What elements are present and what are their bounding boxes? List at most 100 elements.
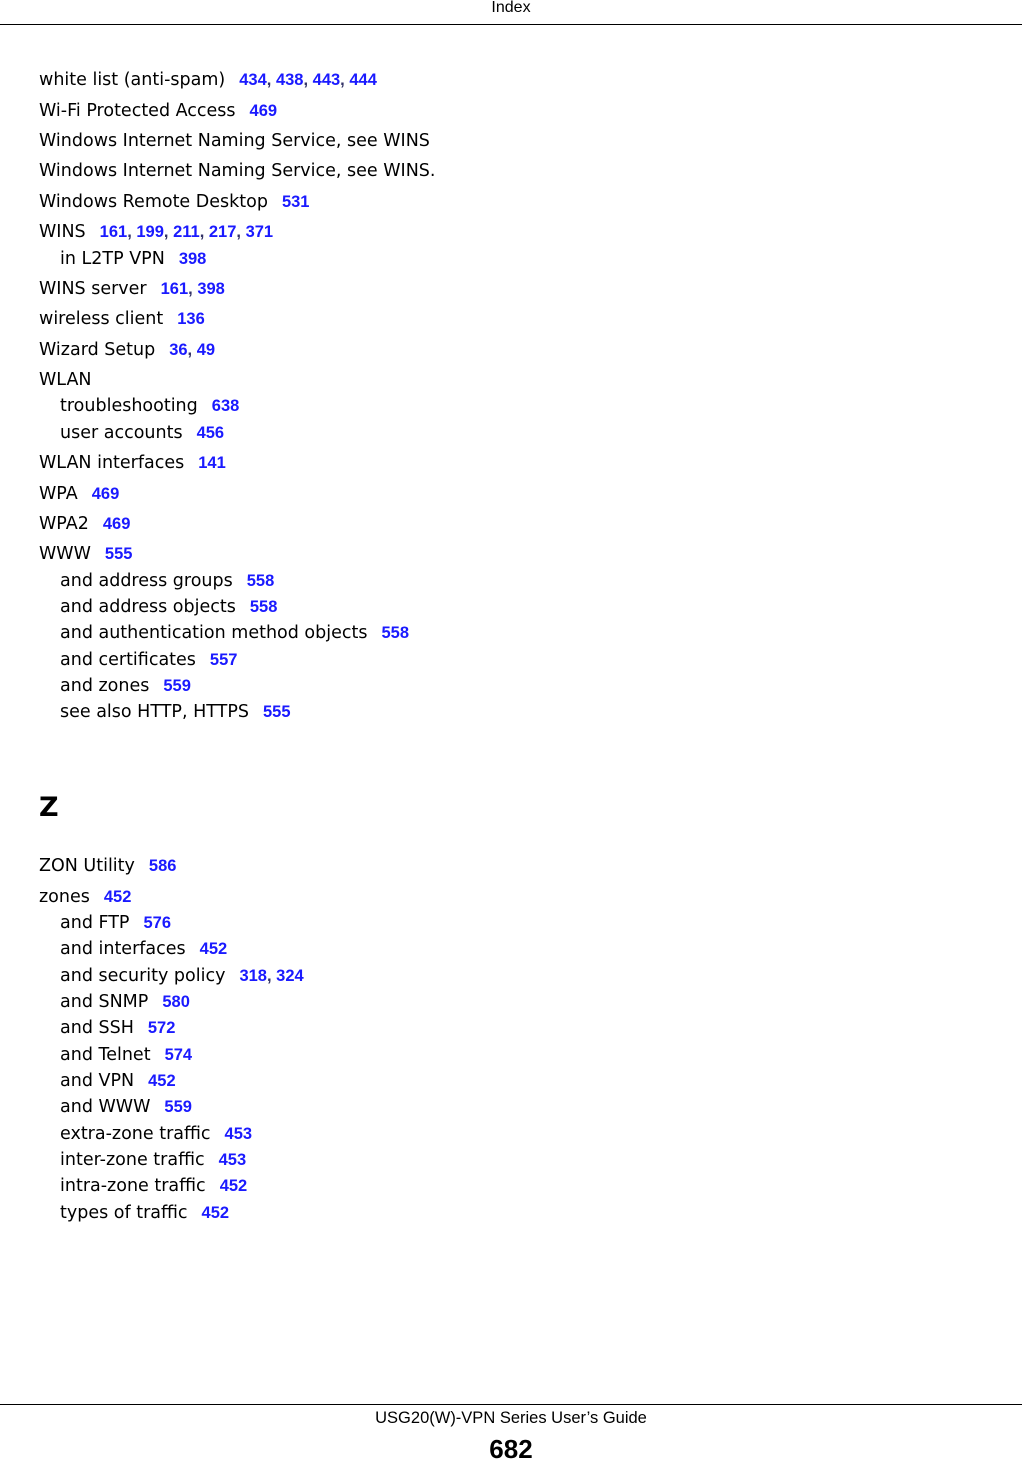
page-references: 531 (282, 193, 310, 211)
index-term: and zones (60, 676, 150, 696)
index-term: WWW (39, 544, 91, 564)
page-references: 453 (219, 1151, 247, 1169)
page-link[interactable]: 371 (246, 223, 274, 241)
page-link[interactable]: 199 (136, 223, 164, 241)
index-term: and certificates (60, 650, 196, 670)
page-link[interactable]: 580 (162, 993, 190, 1011)
page-link[interactable]: 452 (104, 888, 132, 906)
page-separator: , (163, 223, 174, 241)
index-entry: WINS server 161, 398 (39, 279, 225, 299)
page-link[interactable]: 36 (169, 341, 187, 359)
index-term: WINS server (39, 279, 147, 299)
page-link[interactable]: 452 (220, 1177, 248, 1195)
page-link[interactable]: 558 (381, 624, 409, 642)
index-term: Wizard Setup (39, 340, 156, 360)
index-subentry: in L2TP VPN 398 (60, 249, 206, 269)
page-references: 452 (200, 940, 228, 958)
page-link[interactable]: 324 (276, 967, 304, 985)
index-term: inter-zone traffic (60, 1150, 205, 1170)
index-term: and authentication method objects (60, 623, 368, 643)
page-references: 452 (104, 888, 132, 906)
index-term: and FTP (60, 913, 130, 933)
index-subentry: and certificates 557 (60, 650, 237, 670)
page-link[interactable]: 453 (219, 1151, 247, 1169)
index-term: WLAN interfaces (39, 453, 185, 473)
page-link[interactable]: 469 (250, 102, 278, 120)
page-link[interactable]: 558 (247, 572, 275, 590)
index-subentry: and authentication method objects 558 (60, 623, 409, 643)
page-references: 318, 324 (239, 967, 303, 985)
page-references: 452 (148, 1072, 176, 1090)
page-link[interactable]: 576 (144, 914, 172, 932)
index-term: and WWW (60, 1097, 151, 1117)
index-entry: WPA2 469 (39, 514, 130, 534)
index-term: extra-zone traffic (60, 1124, 211, 1144)
page-link[interactable]: 555 (263, 703, 291, 721)
page-link[interactable]: 558 (250, 598, 278, 616)
page-link[interactable]: 398 (197, 280, 225, 298)
page-references: 452 (220, 1177, 248, 1195)
page-references: 638 (212, 397, 240, 415)
page-link[interactable]: 438 (276, 71, 304, 89)
page-references: 469 (103, 515, 131, 533)
page-link[interactable]: 638 (212, 397, 240, 415)
page-link[interactable]: 217 (209, 223, 237, 241)
page-link[interactable]: 398 (179, 250, 207, 268)
page-link[interactable]: 557 (210, 651, 238, 669)
page-link[interactable]: 434 (239, 71, 267, 89)
index-entry: Windows Internet Naming Service, see WIN… (39, 161, 435, 181)
page-link[interactable]: 572 (148, 1019, 176, 1037)
page-references: 580 (162, 993, 190, 1011)
page-references: 557 (210, 651, 238, 669)
index-term: Wi-Fi Protected Access (39, 101, 236, 121)
page-link[interactable]: 574 (165, 1046, 193, 1064)
page-link[interactable]: 141 (198, 454, 226, 472)
index-term: and VPN (60, 1071, 135, 1091)
index-term: and security policy (60, 966, 226, 986)
page-references: 574 (165, 1046, 193, 1064)
page-separator: , (266, 71, 276, 89)
page-link[interactable]: 555 (105, 545, 133, 563)
page-link[interactable]: 452 (200, 940, 228, 958)
page-link[interactable]: 161 (100, 223, 128, 241)
page-references: 398 (179, 250, 207, 268)
index-term: white list (anti-spam) (39, 70, 226, 90)
index-entry: Wi-Fi Protected Access 469 (39, 101, 277, 121)
page-references: 469 (250, 102, 278, 120)
index-entry: WPA 469 (39, 484, 119, 504)
page-link[interactable]: 443 (313, 71, 341, 89)
index-term: and Telnet (60, 1045, 151, 1065)
page-link[interactable]: 559 (163, 677, 191, 695)
index-entry: zones 452 (39, 887, 131, 907)
page-link[interactable]: 444 (349, 71, 377, 89)
page-link[interactable]: 531 (282, 193, 310, 211)
page-link[interactable]: 452 (202, 1204, 230, 1222)
page-link[interactable]: 453 (225, 1125, 253, 1143)
page-link[interactable]: 452 (148, 1072, 176, 1090)
page-link[interactable]: 211 (173, 223, 200, 241)
index-subentry: and address objects 558 (60, 597, 277, 617)
page-link[interactable]: 49 (197, 341, 215, 359)
page-link[interactable]: 586 (149, 857, 177, 875)
index-term: WINS (39, 222, 86, 242)
page-link[interactable]: 136 (177, 310, 205, 328)
page-link[interactable]: 456 (197, 424, 225, 442)
page-header-title: Index (491, 0, 531, 16)
index-term: zones (39, 887, 90, 907)
page-link[interactable]: 161 (161, 280, 189, 298)
index-term: and interfaces (60, 939, 186, 959)
page-references: 161, 398 (161, 280, 225, 298)
page-link[interactable]: 469 (103, 515, 131, 533)
page-references: 586 (149, 857, 177, 875)
index-entry: WINS 161, 199, 211, 217, 371 (39, 222, 273, 242)
page-references: 141 (198, 454, 226, 472)
page-link[interactable]: 469 (92, 485, 120, 503)
page-references: 136 (177, 310, 205, 328)
page-references: 555 (105, 545, 133, 563)
index-entry: Windows Internet Naming Service, see WIN… (39, 131, 430, 151)
index-term: see also HTTP, HTTPS (60, 702, 249, 722)
index-subentry: inter-zone traffic 453 (60, 1150, 246, 1170)
page-link[interactable]: 559 (164, 1098, 192, 1116)
page-link[interactable]: 318 (239, 967, 267, 985)
index-subentry: types of traffic 452 (60, 1203, 229, 1223)
